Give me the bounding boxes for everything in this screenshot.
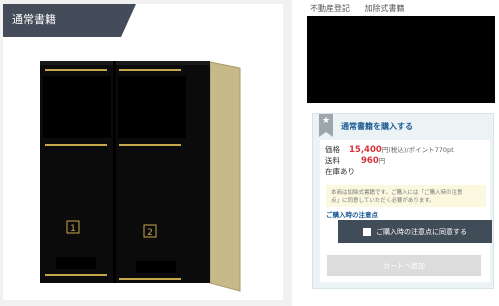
agree-button-label: ご購入時の注意点に同意する (376, 227, 467, 236)
price-value: 15,400 (349, 145, 382, 155)
notice-line-2: 点」に同意していただく必要があります。 (331, 198, 435, 204)
shipping-row: 送料 960円 (325, 155, 385, 166)
notice-box: 本商は加除式書籍です。ご購入には「ご購入時の注意 点」に同意していただく必要があ… (326, 185, 486, 207)
price-label: 価格 (325, 145, 340, 154)
gold-bar (45, 69, 107, 71)
door-label-1: 1 (70, 224, 76, 234)
price-row: 価格 15,400円(税込)/ポイント770pt (325, 144, 454, 155)
purchase-title: 通常書籍を購入する (341, 122, 413, 131)
gold-bar (119, 69, 181, 71)
product-image-panel: 1 2 通常書籍 (0, 0, 292, 306)
upper-panel-2 (118, 76, 186, 138)
price-suffix: 円(税込)/ポイント770pt (381, 146, 454, 154)
stock-status: 在庫あり (325, 167, 355, 176)
gold-bar (45, 274, 107, 276)
add-to-cart-button[interactable]: カートへ追加 (327, 255, 481, 276)
redacted-block (307, 16, 495, 103)
category-tab-label: 通常書籍 (12, 13, 56, 26)
bottom-block-1 (56, 257, 96, 269)
gold-bar (119, 278, 181, 280)
shipping-value: 960 (361, 156, 379, 166)
breadcrumb-item-looseleaf[interactable]: 加除式書籍 (365, 4, 405, 13)
breadcrumb-item-real-estate[interactable]: 不動産登記 (310, 4, 350, 13)
notice-line-1: 本商は加除式書籍です。ご購入には「ご購入時の注意 (331, 190, 463, 196)
gold-bar (119, 144, 181, 146)
product-image: 1 2 (3, 4, 283, 300)
breadcrumb: 不動産登記 加除式書籍 (310, 3, 417, 14)
purchase-box: ★ 通常書籍を購入する 価格 15,400円(税込)/ポイント770pt 送料 96… (312, 113, 494, 289)
purchase-header: ★ 通常書籍を購入する (313, 114, 493, 140)
bottom-block-2 (136, 261, 176, 273)
notice-link[interactable]: ご購入時の注意点 (326, 209, 378, 219)
agree-button[interactable]: ご購入時の注意点に同意する (338, 220, 492, 243)
shipping-suffix: 円 (378, 157, 386, 165)
category-tab: 通常書籍 (3, 4, 136, 37)
gold-bar (45, 144, 107, 146)
upper-panel-1 (43, 76, 111, 138)
agree-checkbox[interactable] (363, 227, 371, 236)
binder-illustration: 1 2 (40, 61, 241, 292)
add-to-cart-label: カートへ追加 (383, 261, 425, 270)
star-icon: ★ (319, 114, 333, 137)
door-label-2: 2 (147, 228, 153, 238)
binder-side (210, 62, 240, 291)
shipping-label: 送料 (325, 156, 340, 165)
